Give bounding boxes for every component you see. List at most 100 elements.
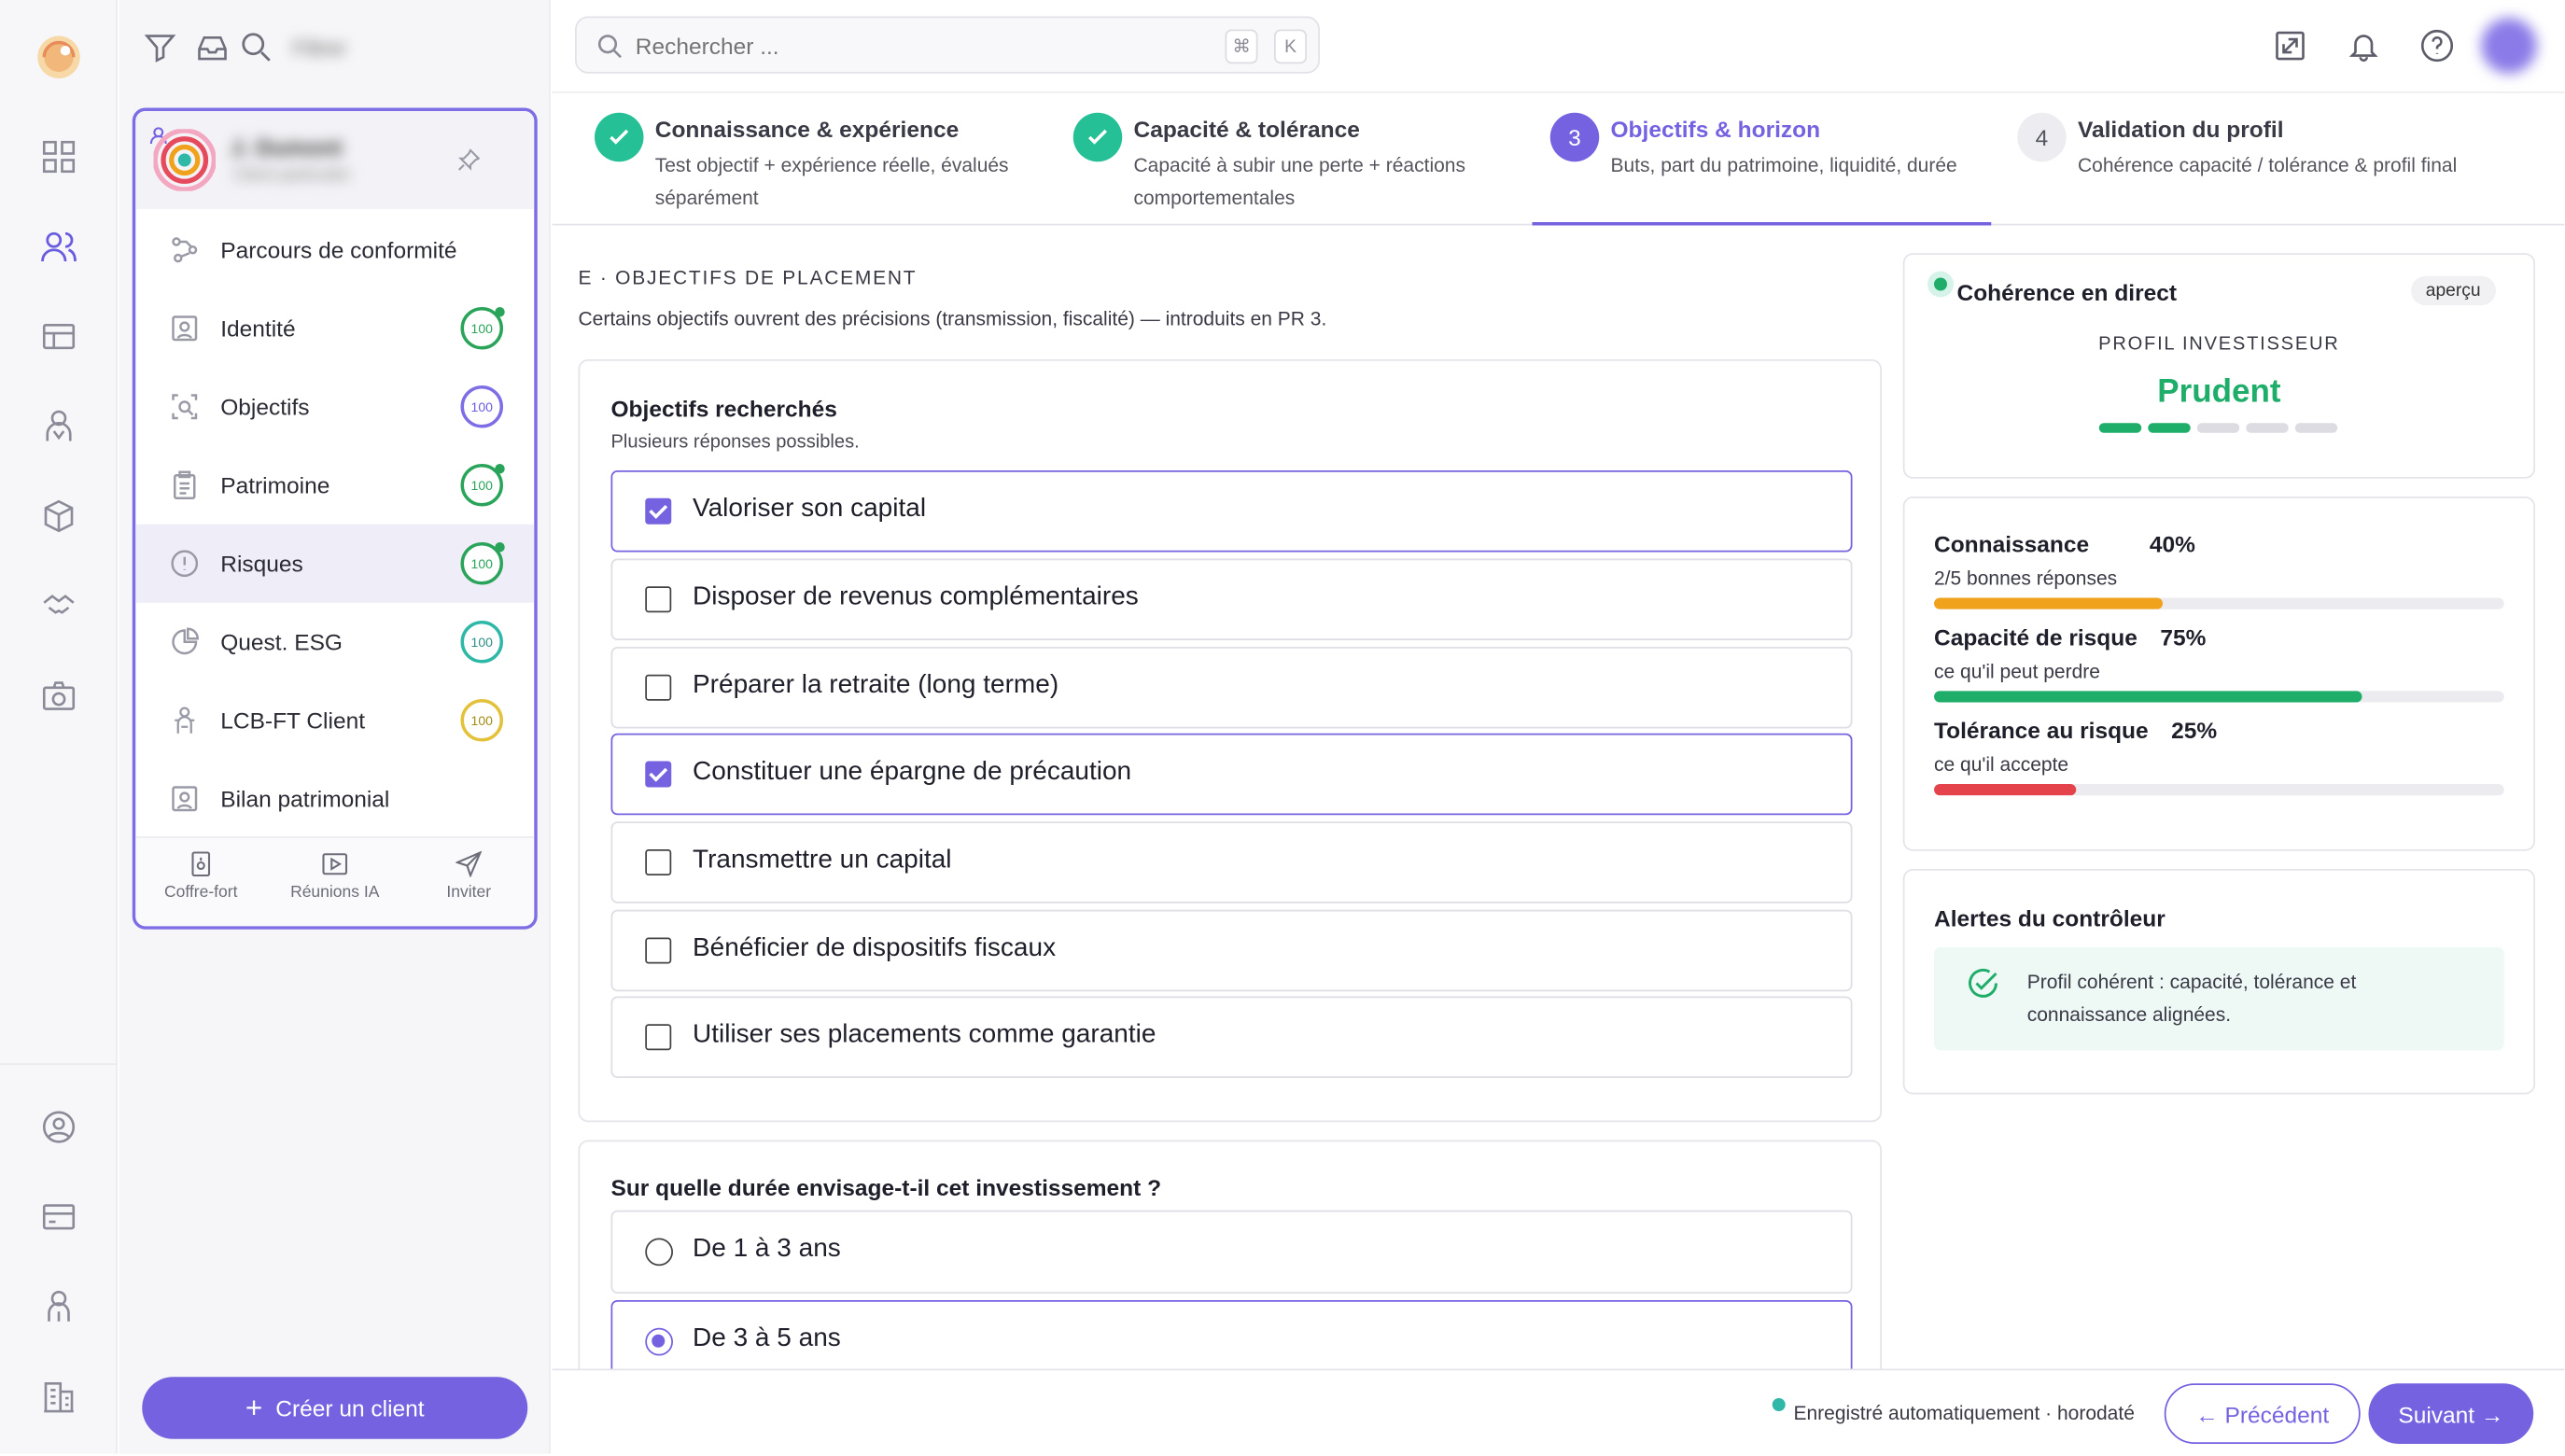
sidebar-item-label: Bilan patrimonial — [220, 785, 390, 812]
option-label: De 1 à 3 ans — [693, 1235, 841, 1263]
objective-option[interactable]: Valoriser son capital — [610, 470, 1853, 553]
client-actions: Coffre-fort Réunions IA Inviter — [135, 836, 535, 927]
sidebar-item-objectifs[interactable]: Objectifs 100 — [135, 368, 534, 446]
sidebar-item-bilan[interactable]: Bilan patrimonial — [135, 760, 534, 838]
building-icon[interactable] — [36, 1374, 82, 1420]
client-header[interactable]: J. Dumont Client particulier — [135, 111, 535, 209]
objectives-panel: Objectifs recherchés Plusieurs réponses … — [578, 359, 1882, 1123]
step-desc: Test objectif + expérience réelle, évalu… — [654, 153, 1009, 210]
coherence-panel: Cohérence en direct aperçu PROFIL INVEST… — [1902, 253, 2535, 479]
duration-option[interactable]: De 1 à 3 ans — [610, 1210, 1853, 1294]
avatar[interactable] — [2481, 18, 2537, 74]
option-label: Valoriser son capital — [693, 495, 927, 523]
metrics-panel: Connaissance 40% 2/5 bonnes réponses Capa… — [1902, 497, 2535, 851]
app-logo[interactable] — [33, 31, 85, 83]
step-number: 4 — [2017, 112, 2067, 162]
score-badge: 100 — [460, 699, 503, 742]
search-icon[interactable] — [239, 30, 275, 66]
create-client-button[interactable]: + Créer un client — [142, 1377, 528, 1439]
clients-icon[interactable] — [36, 224, 82, 270]
check-circle-icon — [1965, 967, 2001, 1011]
bell-icon[interactable] — [2344, 26, 2383, 65]
checkbox-checked[interactable] — [645, 497, 672, 525]
objective-option[interactable]: Bénéficier de dispositifs fiscaux — [610, 909, 1853, 992]
objective-option[interactable]: Disposer de revenus complémentaires — [610, 558, 1853, 640]
checkbox[interactable] — [645, 674, 672, 701]
radio[interactable] — [645, 1238, 673, 1267]
ai-meetings-button[interactable]: Réunions IA — [270, 851, 400, 902]
pie-icon — [168, 625, 201, 658]
filter-icon[interactable] — [142, 30, 178, 66]
objective-option[interactable]: Constituer une épargne de précaution — [610, 733, 1853, 816]
live-indicator — [1927, 271, 1954, 298]
help-icon[interactable] — [2418, 26, 2457, 65]
stepper: Connaissance & expérience Test objectif … — [552, 91, 2565, 226]
video-icon — [322, 851, 348, 877]
camera-icon[interactable] — [36, 673, 82, 719]
sidebar-item-label: Parcours de conformité — [220, 236, 457, 263]
objective-option[interactable]: Utiliser ses placements comme garantie — [610, 996, 1853, 1078]
option-label: Disposer de revenus complémentaires — [693, 582, 1139, 611]
next-button[interactable]: Suivant → — [2368, 1383, 2534, 1444]
metric-knowledge-title: Connaissance 40% — [1934, 530, 2195, 557]
billing-icon[interactable] — [36, 1194, 82, 1239]
checkbox[interactable] — [645, 586, 672, 613]
sidebar-item-label: Quest. ESG — [220, 628, 343, 655]
target-icon — [168, 390, 201, 423]
check-icon — [1072, 112, 1123, 162]
step-desc: Cohérence capacité / tolérance & profil … — [2078, 153, 2458, 177]
profile-icon[interactable] — [36, 1104, 82, 1150]
pin-icon[interactable] — [457, 148, 481, 179]
advisor-icon[interactable] — [36, 403, 82, 449]
id-card-icon — [168, 312, 201, 344]
sidebar-item-risques[interactable]: Risques 100 — [135, 524, 535, 603]
sidebar-item-label: Identité — [220, 315, 296, 342]
objectives-title: Objectifs recherchés — [610, 395, 837, 422]
sidebar-item-patrimoine[interactable]: Patrimoine 100 — [135, 446, 534, 525]
sidebar-item-esg[interactable]: Quest. ESG 100 — [135, 603, 534, 681]
autosave-indicator — [1772, 1398, 1786, 1411]
section-description: Certains objectifs ouvrent des précision… — [578, 307, 1327, 330]
vault-button[interactable]: Coffre-fort — [135, 851, 266, 902]
checkbox[interactable] — [645, 937, 672, 964]
team-icon[interactable] — [36, 1284, 82, 1330]
products-icon[interactable] — [36, 494, 82, 539]
checkbox-checked[interactable] — [645, 761, 672, 788]
checkbox[interactable] — [645, 849, 672, 875]
expand-icon[interactable] — [2271, 26, 2310, 65]
radio-selected[interactable] — [645, 1327, 673, 1356]
metric-tolerance-title: Tolérance au risque 25% — [1934, 717, 2218, 744]
previous-button[interactable]: ← Précédent — [2164, 1383, 2361, 1444]
sidebar-item-identite[interactable]: Identité 100 — [135, 289, 534, 368]
sidebar-item-parcours[interactable]: Parcours de conformité — [135, 211, 534, 289]
coherence-title: Cohérence en direct — [1956, 279, 2178, 306]
journey-icon — [168, 233, 201, 266]
step-title: Capacité & tolérance — [1133, 116, 1360, 143]
client-name: J. Dumont — [230, 133, 343, 161]
profile-level-segment — [2246, 423, 2289, 433]
metric-tolerance-bar — [1934, 784, 2504, 796]
objective-option[interactable]: Préparer la retraite (long terme) — [610, 647, 1853, 729]
board-icon[interactable] — [36, 314, 82, 359]
objective-option[interactable]: Transmettre un capital — [610, 821, 1853, 903]
preview-badge: aperçu — [2411, 275, 2496, 306]
score-badge: 100 — [460, 621, 503, 664]
search-input[interactable] — [635, 29, 1208, 63]
sidebar-item-label: LCB-FT Client — [220, 707, 366, 734]
global-search[interactable]: ⌘ K — [575, 16, 1320, 74]
deals-icon[interactable] — [36, 583, 82, 629]
portrait-icon — [168, 782, 201, 815]
section-label: E · OBJECTIFS DE PLACEMENT — [578, 266, 918, 289]
step-title: Objectifs & horizon — [1610, 116, 1821, 143]
checkbox[interactable] — [645, 1024, 672, 1051]
sidebar-item-label: Patrimoine — [220, 471, 330, 498]
alert-message: Profil cohérent : capacité, tolérance et… — [2026, 970, 2357, 1027]
dashboard-icon[interactable] — [36, 134, 82, 180]
sidebar-item-lcbft[interactable]: LCB-FT Client 100 — [135, 681, 534, 760]
client-card: J. Dumont Client particulier Parcours de… — [132, 107, 538, 930]
alerts-title: Alertes du contrôleur — [1934, 904, 2166, 931]
score-badge: 100 — [460, 464, 505, 507]
client-sidebar: Filtrer J. Dumont Client particulier Par… — [119, 0, 551, 1454]
invite-button[interactable]: Inviter — [403, 850, 534, 902]
inbox-icon[interactable] — [194, 30, 231, 66]
